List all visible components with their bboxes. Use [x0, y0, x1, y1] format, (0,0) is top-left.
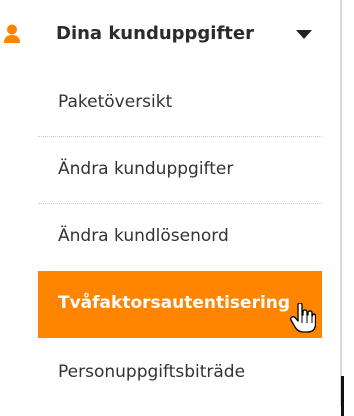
menu-item-label: Personuppgiftsbiträde	[58, 362, 246, 382]
menu-item-andra-kunduppgifter[interactable]: Ändra kunduppgifter	[38, 137, 322, 204]
account-menu-header[interactable]: Dina kunduppgifter	[0, 0, 340, 70]
window-frame-edge	[341, 376, 344, 416]
menu-item-label: Ändra kundlösenord	[58, 226, 229, 246]
menu-item-label: Paketöversikt	[58, 92, 173, 112]
menu-item-label: Ändra kunduppgifter	[58, 159, 234, 179]
account-menu: Dina kunduppgifter Paketöversikt Ändra k…	[0, 0, 342, 406]
menu-item-tvafaktorsautentisering[interactable]: Tvåfaktorsautentisering	[38, 271, 322, 338]
hand-pointer-icon	[290, 303, 316, 333]
menu-item-label: Tvåfaktorsautentisering	[58, 293, 291, 313]
user-icon	[4, 24, 20, 43]
menu-item-personuppgiftsbitrade[interactable]: Personuppgiftsbiträde	[38, 340, 322, 407]
caret-down-icon[interactable]	[296, 30, 312, 39]
account-menu-title: Dina kunduppgifter	[56, 23, 254, 44]
menu-item-andra-kundlosenord[interactable]: Ändra kundlösenord	[38, 204, 322, 271]
menu-item-paketoversikt[interactable]: Paketöversikt	[38, 70, 322, 137]
